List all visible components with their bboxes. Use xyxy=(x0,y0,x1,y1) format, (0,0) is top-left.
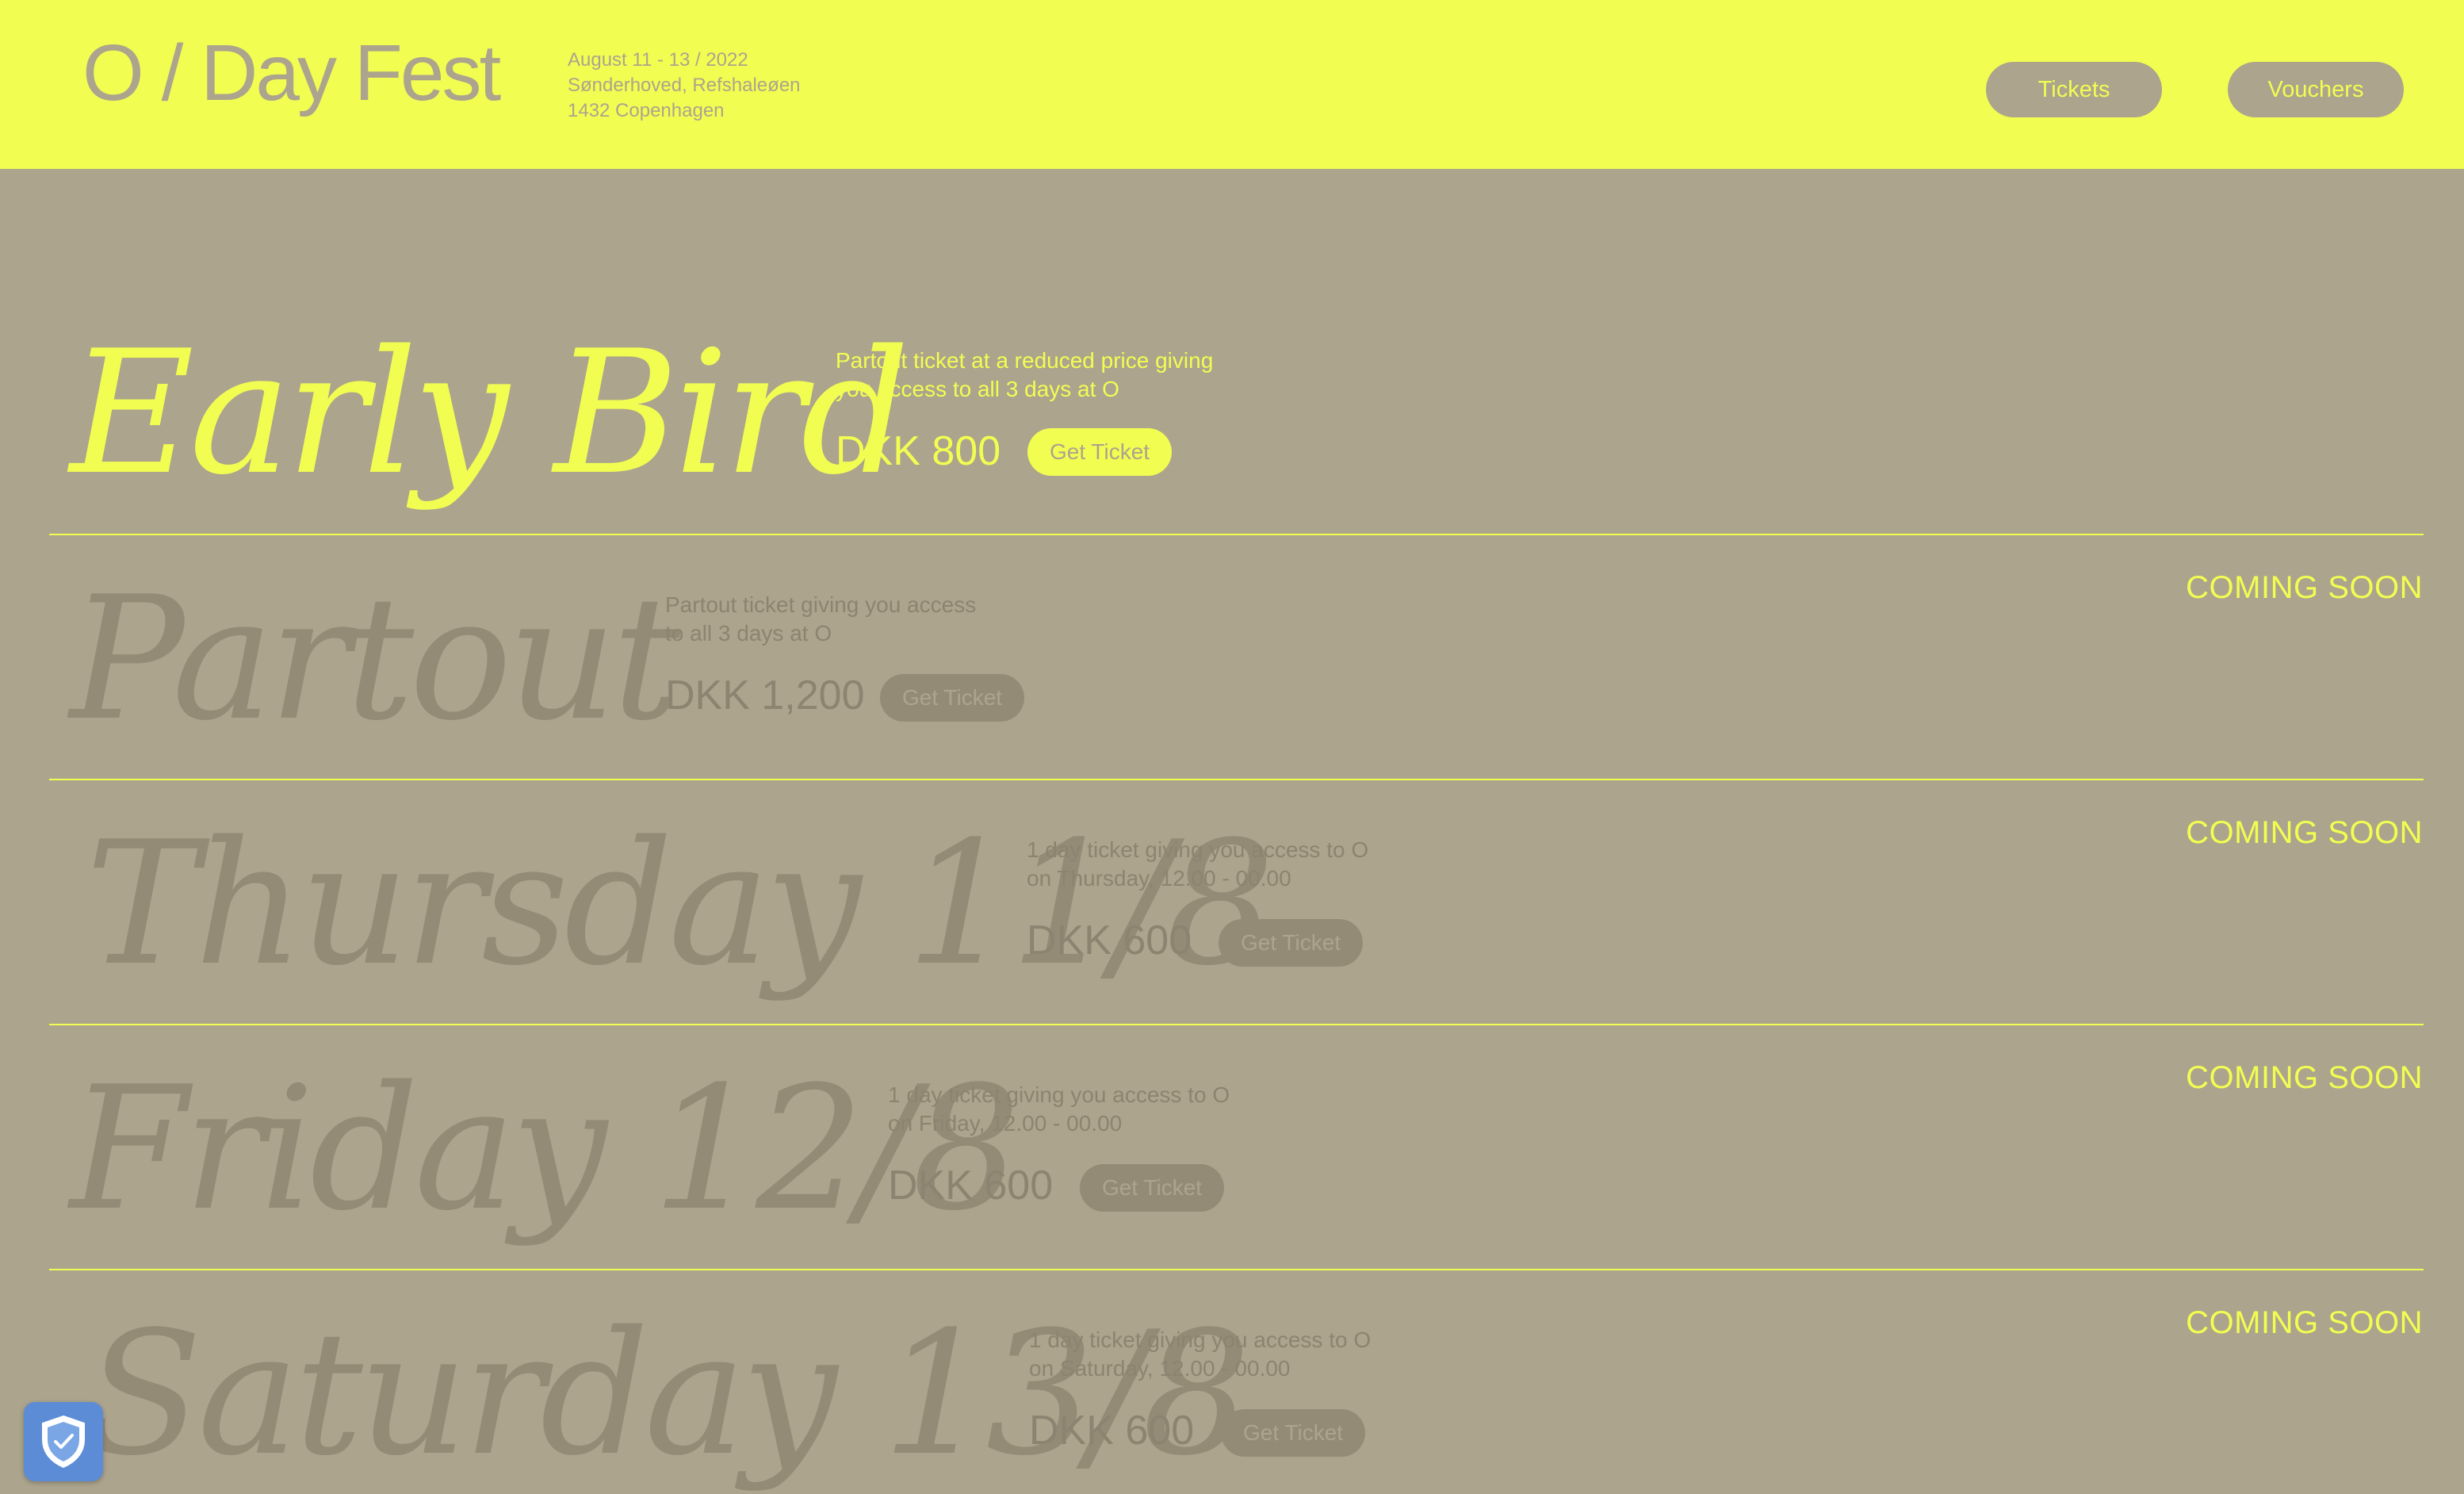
ticket-description-line: you access to all 3 days at O xyxy=(836,377,1119,401)
ticket-partout: Partout Partout ticket giving you access… xyxy=(0,535,2464,779)
ticket-price: DKK 600 xyxy=(1027,917,1192,963)
site-logo[interactable]: O / Day Fest xyxy=(82,33,501,113)
ticket-description-line: Partout ticket giving you access xyxy=(665,592,977,617)
status-badge: COMING SOON xyxy=(2186,1060,2423,1095)
ticket-description: 1 day ticket giving you access to O on F… xyxy=(888,1081,1230,1138)
ticket-description-line: 1 day ticket giving you access to O xyxy=(888,1082,1230,1107)
ticket-description-line: 1 day ticket giving you access to O xyxy=(1027,837,1369,862)
ticket-description-line: on Saturday, 12.00 - 00.00 xyxy=(1029,1356,1291,1381)
ticket-title: Partout xyxy=(70,559,681,758)
tickets-nav-button[interactable]: Tickets xyxy=(1986,62,2162,117)
get-ticket-button[interactable]: Get Ticket xyxy=(1219,919,1364,967)
get-ticket-button[interactable]: Get Ticket xyxy=(1027,428,1173,476)
status-badge: COMING SOON xyxy=(2186,815,2423,850)
get-ticket-button[interactable]: Get Ticket xyxy=(880,674,1025,722)
ticket-description: 1 day ticket giving you access to O on T… xyxy=(1027,836,1368,893)
ticket-description-line: on Friday, 12.00 - 00.00 xyxy=(888,1111,1123,1136)
ticket-friday: Friday 12/8 1 day ticket giving you acce… xyxy=(0,1025,2464,1269)
ticket-description-line: 1 day ticket giving you access to O xyxy=(1029,1327,1372,1352)
status-badge: COMING SOON xyxy=(2186,1305,2423,1340)
ticket-thursday: Thursday 11/8 1 day ticket giving you ac… xyxy=(0,780,2464,1024)
get-ticket-button[interactable]: Get Ticket xyxy=(1221,1409,1366,1457)
event-dates: August 11 - 13 / 2022 xyxy=(568,49,748,71)
privacy-settings-button[interactable] xyxy=(24,1402,103,1481)
ticket-description-line: on Thursday, 12.00 - 00.00 xyxy=(1027,866,1291,891)
ticket-title: Early Bird xyxy=(70,313,910,512)
ticket-description: 1 day ticket giving you access to O on S… xyxy=(1029,1326,1371,1383)
status-badge: COMING SOON xyxy=(2186,570,2423,605)
site-header: O / Day Fest August 11 - 13 / 2022 Sønde… xyxy=(0,0,2464,169)
ticket-price: DKK 1,200 xyxy=(665,672,865,718)
vouchers-nav-button[interactable]: Vouchers xyxy=(2228,62,2404,117)
ticket-description: Partout ticket at a reduced price giving… xyxy=(836,347,1213,404)
shield-check-icon xyxy=(42,1415,85,1469)
event-venue: Sønderhoved, Refshaleøen xyxy=(568,75,801,96)
ticket-price: DKK 600 xyxy=(888,1163,1054,1209)
ticket-early-bird: Early Bird Partout ticket at a reduced p… xyxy=(0,169,2464,534)
ticket-saturday: Saturday 13/8 1 day ticket giving you ac… xyxy=(0,1270,2464,1494)
get-ticket-button[interactable]: Get Ticket xyxy=(1080,1164,1225,1212)
ticket-description-line: Partout ticket at a reduced price giving xyxy=(836,348,1214,373)
ticket-price: DKK 600 xyxy=(1029,1408,1195,1454)
ticket-title: Friday 12/8 xyxy=(70,1049,1020,1248)
ticket-description: Partout ticket giving you access to all … xyxy=(665,591,976,648)
ticket-description-line: to all 3 days at O xyxy=(665,621,832,645)
ticket-price: DKK 800 xyxy=(836,428,1001,474)
event-city: 1432 Copenhagen xyxy=(568,100,725,121)
event-info: August 11 - 13 / 2022 Sønderhoved, Refsh… xyxy=(568,48,801,124)
